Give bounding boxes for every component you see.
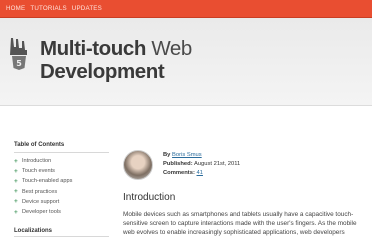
toc-item-label: Device support	[22, 198, 60, 205]
title-second-line: Development	[40, 60, 165, 83]
plus-icon: +	[14, 167, 18, 175]
top-navigation-bar: HOME TUTORIALS UPDATES	[0, 0, 372, 18]
top-nav-links: HOME TUTORIALS UPDATES	[6, 5, 102, 12]
section-heading-introduction: Introduction	[123, 192, 176, 203]
title-bold-part: Multi-touch	[40, 37, 147, 60]
toc-item-label: Developer tools	[22, 209, 61, 216]
toc-divider	[14, 152, 109, 153]
toc-item-touch-events[interactable]: + Touch events	[14, 166, 109, 176]
nav-updates-link[interactable]: UPDATES	[72, 5, 102, 12]
title-light-part: Web	[151, 37, 192, 60]
hero-banner: 5 Multi-touch Web Development	[0, 18, 372, 106]
author-avatar	[123, 150, 153, 180]
localizations-divider	[14, 236, 109, 237]
by-label: By	[163, 152, 171, 158]
published-date: August 21st, 2011	[193, 161, 241, 167]
nav-home-link[interactable]: HOME	[6, 5, 25, 12]
toc-item-label: Touch events	[22, 168, 55, 175]
author-link[interactable]: Boris Smus	[172, 152, 202, 158]
published-label: Published:	[163, 161, 193, 167]
plus-icon: +	[14, 208, 18, 216]
toc-item-best-practices[interactable]: + Best practices	[14, 187, 109, 197]
article-meta: By Boris Smus Published: August 21st, 20…	[163, 151, 240, 178]
page-title: Multi-touch Web Development	[40, 37, 192, 83]
nav-tutorials-link[interactable]: TUTORIALS	[30, 5, 66, 12]
plus-icon: +	[14, 177, 18, 185]
toc-heading: Table of Contents	[14, 142, 65, 148]
toc-item-touch-enabled-apps[interactable]: + Touch-enabled apps	[14, 176, 109, 186]
plus-icon: +	[14, 157, 18, 165]
toc-item-developer-tools[interactable]: + Developer tools	[14, 207, 109, 217]
comments-count-link[interactable]: 41	[197, 170, 203, 176]
plus-icon: +	[14, 198, 18, 206]
toc-item-device-support[interactable]: + Device support	[14, 197, 109, 207]
sidebar: Table of Contents + Introduction + Touch…	[14, 142, 109, 217]
rock-hand-html5-icon: 5	[10, 38, 27, 70]
toc-item-label: Best practices	[22, 188, 58, 195]
toc-item-introduction[interactable]: + Introduction	[14, 156, 109, 166]
toc-item-label: Introduction	[22, 158, 52, 165]
svg-text:5: 5	[16, 59, 22, 68]
comments-label: Comments:	[163, 170, 195, 176]
toc-item-label: Touch-enabled apps	[22, 178, 73, 185]
localizations-heading: Localizations	[14, 228, 53, 234]
plus-icon: +	[14, 188, 18, 196]
intro-paragraph: Mobile devices such as smartphones and t…	[123, 211, 357, 236]
